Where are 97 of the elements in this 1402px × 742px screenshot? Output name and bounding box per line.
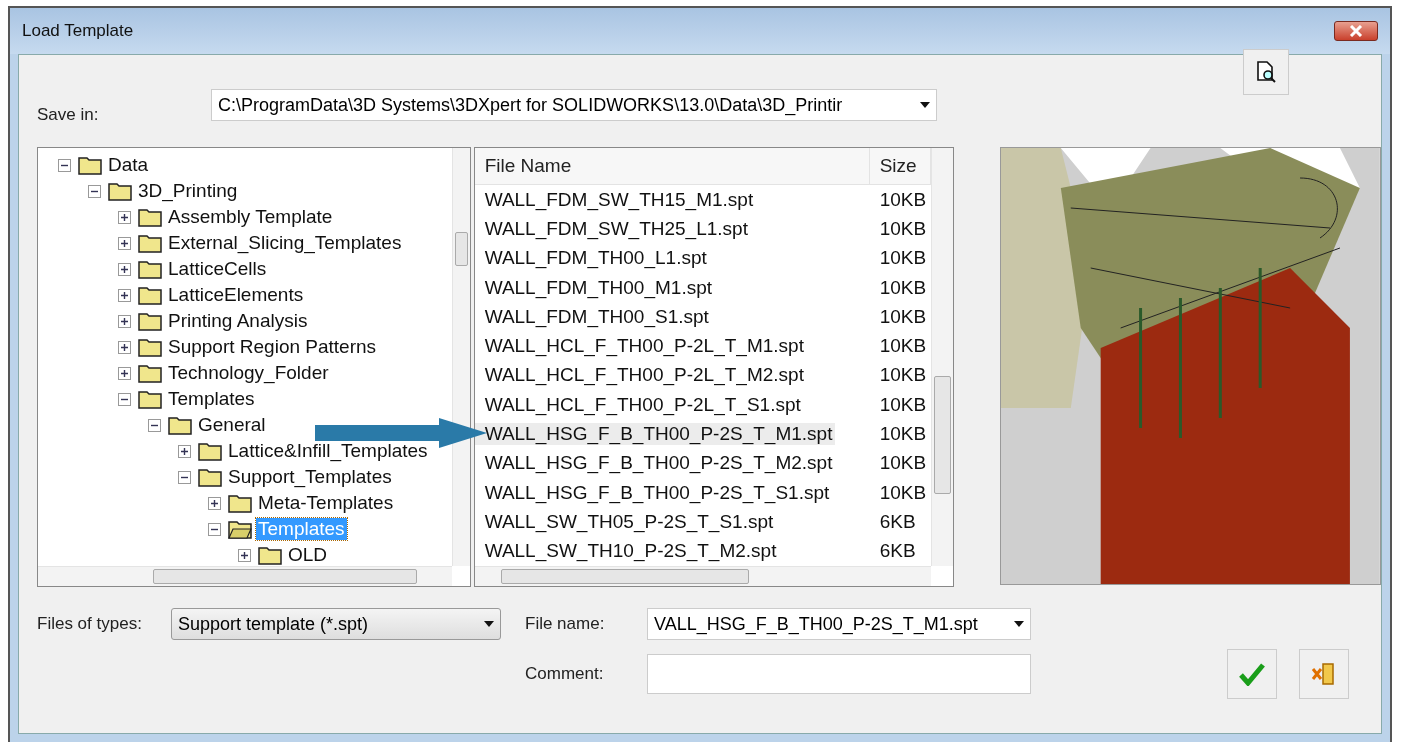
- close-button[interactable]: [1334, 21, 1378, 41]
- save-in-label: Save in:: [37, 105, 100, 126]
- file-name-label: File name:: [524, 614, 606, 634]
- tree-item[interactable]: Data: [106, 154, 151, 176]
- tree-item[interactable]: Support Region Patterns: [166, 336, 379, 358]
- collapse-toggle[interactable]: [88, 184, 101, 198]
- tree-item[interactable]: Technology_Folder: [166, 362, 331, 384]
- expand-toggle[interactable]: [118, 262, 131, 276]
- horizontal-scrollbar[interactable]: [474, 566, 932, 586]
- confirm-button[interactable]: [1227, 649, 1277, 699]
- dropdown-caret-icon: [1014, 621, 1024, 627]
- tree-item[interactable]: General: [196, 414, 268, 436]
- horizontal-scrollbar[interactable]: [38, 566, 452, 586]
- close-icon: [1349, 25, 1363, 37]
- tree-item[interactable]: Meta-Templates: [256, 492, 396, 514]
- file-name[interactable]: WALL_FDM_TH00_M1.spt: [474, 276, 716, 299]
- folder-icon: [198, 441, 222, 461]
- file-size: 10KB: [878, 452, 928, 475]
- file-name[interactable]: WALL_SW_TH05_P-2S_T_S1.spt: [474, 510, 777, 533]
- file-name[interactable]: WALL_HCL_F_TH00_P-2L_T_S1.spt: [474, 393, 804, 416]
- collapse-toggle[interactable]: [58, 158, 71, 172]
- column-header[interactable]: File Name: [474, 148, 870, 184]
- vertical-scrollbar[interactable]: [931, 148, 954, 566]
- file-size: 10KB: [878, 305, 928, 328]
- expand-toggle[interactable]: [178, 444, 191, 458]
- file-name-dropdown[interactable]: VALL_HSG_F_B_TH00_P-2S_T_M1.spt: [647, 608, 1031, 640]
- file-size: 10KB: [878, 335, 928, 358]
- document-search-icon: [1254, 60, 1278, 84]
- file-size: 10KB: [878, 247, 928, 270]
- file-name[interactable]: WALL_FDM_TH00_L1.spt: [474, 247, 710, 270]
- comment-label: Comment:: [524, 664, 605, 684]
- tree-item[interactable]: OLD: [286, 544, 330, 566]
- file-size: 10KB: [878, 188, 928, 211]
- folder-icon: [168, 415, 192, 435]
- folder-icon: [138, 259, 162, 279]
- checkmark-icon: [1239, 662, 1265, 686]
- file-size: 6KB: [878, 540, 917, 563]
- file-name[interactable]: WALL_HSG_F_B_TH00_P-2S_T_S1.spt: [474, 481, 833, 504]
- comment-field[interactable]: [647, 654, 1031, 694]
- file-name[interactable]: WALL_HSG_F_B_TH00_P-2S_T_M2.spt: [474, 452, 836, 475]
- collapse-toggle[interactable]: [178, 470, 191, 484]
- expand-toggle[interactable]: [118, 210, 131, 224]
- folder-icon: [228, 493, 252, 513]
- collapse-toggle[interactable]: [148, 418, 161, 432]
- expand-toggle[interactable]: [118, 366, 131, 380]
- tree-item[interactable]: Support_Templates: [226, 466, 394, 488]
- dropdown-caret-icon: [484, 621, 494, 627]
- tree-item[interactable]: LatticeElements: [166, 284, 306, 306]
- expand-toggle[interactable]: [238, 548, 251, 562]
- file-name[interactable]: WALL_FDM_TH00_S1.spt: [474, 305, 712, 328]
- tree-item[interactable]: Printing Analysis: [166, 310, 310, 332]
- file-name[interactable]: WALL_SW_TH10_P-2S_T_M2.spt: [474, 540, 780, 563]
- expand-toggle[interactable]: [118, 288, 131, 302]
- file-size: 10KB: [878, 423, 928, 445]
- folder-icon: [78, 155, 102, 175]
- expand-toggle[interactable]: [118, 236, 131, 250]
- folder-icon: [138, 233, 162, 253]
- file-name[interactable]: WALL_HCL_F_TH00_P-2L_T_M1.spt: [474, 335, 807, 358]
- collapse-toggle[interactable]: [208, 522, 221, 536]
- expand-toggle[interactable]: [118, 340, 131, 354]
- file-size: 10KB: [878, 393, 928, 416]
- file-size: 10KB: [878, 481, 928, 504]
- folder-icon: [138, 311, 162, 331]
- preview-button[interactable]: [1243, 49, 1289, 95]
- file-type-label: Files of types:: [37, 614, 143, 634]
- tree-item[interactable]: Templates: [166, 388, 257, 410]
- exit-button[interactable]: [1299, 649, 1349, 699]
- folder-icon: [138, 389, 162, 409]
- expand-toggle[interactable]: [118, 314, 131, 328]
- file-size: 6KB: [878, 510, 917, 533]
- window-title: Load Template: [22, 21, 134, 41]
- folder-icon: [228, 519, 252, 539]
- tree-item[interactable]: Assembly Template: [166, 206, 335, 228]
- folder-icon: [138, 337, 162, 357]
- folder-icon: [138, 207, 162, 227]
- folder-icon: [198, 467, 222, 487]
- file-size: 10KB: [878, 276, 928, 299]
- dropdown-caret-icon: [920, 102, 930, 108]
- tree-item[interactable]: LatticeCells: [166, 258, 269, 280]
- file-size: 10KB: [878, 217, 928, 240]
- tree-item[interactable]: Lattice&Infill_Templates: [226, 440, 430, 462]
- tree-item[interactable]: 3D_Printing: [136, 180, 240, 202]
- expand-toggle[interactable]: [208, 496, 221, 510]
- collapse-toggle[interactable]: [118, 392, 131, 406]
- folder-path-dropdown[interactable]: C:\ProgramData\3D Systems\3DXpert for SOLIDWORKS\13.0\Data\3D_Printir: [211, 89, 937, 121]
- folder-icon: [138, 285, 162, 305]
- tree-item[interactable]: External_Slicing_Templates: [166, 232, 404, 254]
- file-size: 10KB: [878, 364, 928, 387]
- file-name[interactable]: WALL_FDM_SW_TH15_M1.spt: [474, 188, 757, 211]
- folder-icon: [108, 181, 132, 201]
- file-name[interactable]: WALL_FDM_SW_TH25_L1.spt: [474, 217, 751, 240]
- vertical-scrollbar[interactable]: [451, 148, 470, 566]
- file-type-dropdown[interactable]: Support template (*.spt): [171, 608, 501, 640]
- file-name[interactable]: WALL_HSG_F_B_TH00_P-2S_T_M1.spt: [474, 423, 836, 445]
- file-name[interactable]: WALL_HCL_F_TH00_P-2L_T_M2.spt: [474, 364, 807, 387]
- exit-door-icon: [1311, 661, 1337, 687]
- folder-icon: [138, 363, 162, 383]
